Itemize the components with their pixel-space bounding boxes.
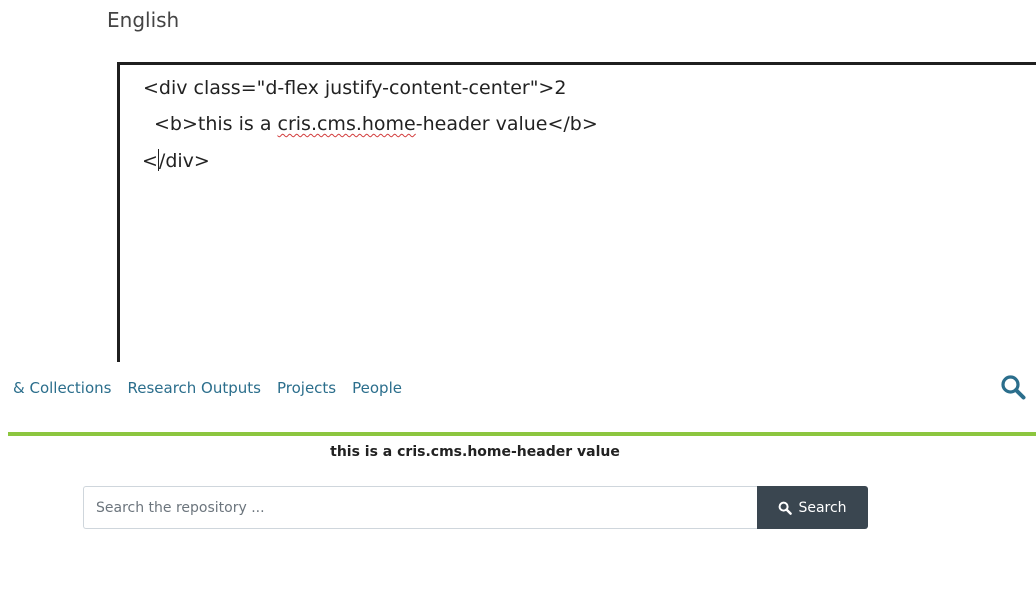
editor-line-1: <div class="d-flex justify-content-cente…	[143, 77, 567, 99]
editor-line-2-start: <b>this is a	[154, 113, 278, 135]
language-label: English	[107, 8, 180, 32]
nav-links: & Collections Research Outputs Projects …	[13, 379, 402, 397]
search-button[interactable]: Search	[757, 486, 868, 529]
navbar-search-button[interactable]	[1000, 374, 1026, 400]
search-input[interactable]	[83, 486, 757, 529]
editor-line-3-prefix: <	[142, 150, 158, 172]
nav-link-collections[interactable]: & Collections	[13, 379, 111, 397]
page: English <div class="d-flex justify-conte…	[0, 0, 1036, 592]
html-editor[interactable]: <div class="d-flex justify-content-cente…	[117, 62, 1036, 382]
nav-link-projects[interactable]: Projects	[277, 379, 336, 397]
nav-link-people[interactable]: People	[352, 379, 402, 397]
search-bar: Search	[83, 486, 868, 529]
search-button-label: Search	[798, 499, 847, 516]
navbar-accent-rule	[8, 432, 1036, 436]
search-icon	[1001, 375, 1026, 400]
nav-link-research-outputs[interactable]: Research Outputs	[127, 379, 261, 397]
site-preview: & Collections Research Outputs Projects …	[0, 362, 1036, 592]
editor-line-3: </div>	[142, 149, 210, 172]
editor-line-3-text: /div>	[158, 150, 210, 172]
home-header-value: this is a cris.cms.home-header value	[330, 444, 620, 460]
editor-line-2-end: -header value</b>	[415, 113, 598, 135]
search-icon	[779, 501, 793, 515]
editor-line-2: <b>this is a cris.cms.home-header value<…	[154, 113, 598, 135]
navbar: & Collections Research Outputs Projects …	[0, 362, 1036, 432]
spellcheck-word: cris.cms.home	[277, 113, 416, 135]
